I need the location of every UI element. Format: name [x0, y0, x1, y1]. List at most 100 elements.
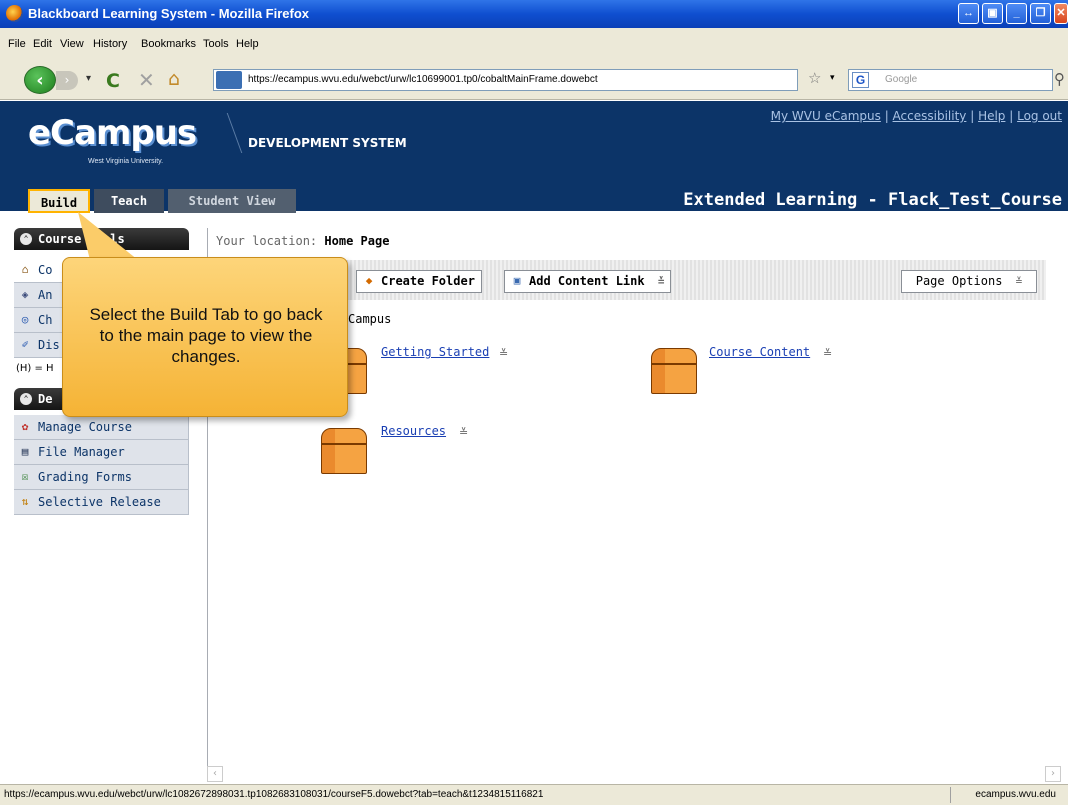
search-input[interactable]: G Google [848, 69, 1053, 91]
resources-link[interactable]: Resources [381, 424, 446, 438]
create-folder-button[interactable]: ◆ Create Folder [356, 270, 482, 293]
status-bar: https://ecampus.wvu.edu/webct/urw/lc1082… [0, 784, 1068, 805]
sidebar-item-label: File Manager [38, 445, 125, 459]
window-title: Blackboard Learning System - Mozilla Fir… [28, 6, 310, 21]
breadcrumb-prefix: Your location: [216, 234, 318, 248]
sidebar-item-label: Manage Course [38, 420, 132, 434]
close-button[interactable]: ✕ [1054, 3, 1068, 24]
course-title: Extended Learning - Flack_Test_Course [683, 190, 1062, 210]
forward-button[interactable]: › [56, 71, 78, 90]
course-content-folder-icon[interactable] [651, 338, 701, 394]
sidebar-item-label: Dis [38, 338, 60, 352]
menu-view[interactable]: View [60, 38, 84, 50]
menu-file[interactable]: File [8, 38, 26, 50]
address-bar[interactable]: https://ecampus.wvu.edu/webct/urw/lc1069… [213, 69, 798, 91]
sidebar-item-label: An [38, 288, 53, 302]
gear-icon: ✿ [21, 420, 29, 433]
scroll-right-icon[interactable]: › [1045, 766, 1061, 782]
tab-teach[interactable]: Teach [94, 189, 164, 213]
hidden-legend: (H) = H [16, 363, 54, 374]
file-cabinet-icon: ▤ [21, 445, 29, 458]
navigation-toolbar: ‹ › ▾ C ✕ ⌂ https://ecampus.wvu.edu/webc… [0, 60, 1068, 100]
add-content-link-label: Add Content Link [529, 274, 645, 288]
url-dropdown-icon[interactable]: ▾ [830, 73, 835, 83]
my-ecampus-link[interactable]: My WVU eCampus [771, 109, 881, 123]
tutorial-callout: Select the Build Tab to go back to the m… [62, 257, 348, 417]
search-placeholder: Google [885, 74, 918, 85]
folder-label: Getting Started [381, 345, 490, 359]
menu-bar: File Edit View History Bookmarks Tools H… [0, 28, 1068, 60]
tab-student-view[interactable]: Student View [168, 189, 296, 213]
screen-icon[interactable]: ▣ [982, 3, 1003, 24]
reload-icon[interactable]: C [106, 70, 120, 92]
breadcrumb-current: Home Page [324, 234, 390, 248]
firefox-icon [6, 5, 23, 22]
add-content-link-button[interactable]: ▣ Add Content Link ≚ [504, 270, 672, 293]
status-url: https://ecampus.wvu.edu/webct/urw/lc1082… [4, 789, 544, 800]
page-options-label: Page Options [915, 274, 1003, 288]
tab-build[interactable]: Build [28, 189, 90, 213]
menu-history[interactable]: History [93, 38, 127, 50]
sidebar-item-label: Ch [38, 313, 53, 327]
accessibility-link[interactable]: Accessibility [893, 109, 967, 123]
menu-bookmarks[interactable]: Bookmarks [141, 38, 196, 50]
history-dropdown-icon[interactable]: ▾ [86, 73, 91, 84]
address-url: https://ecampus.wvu.edu/webct/urw/lc1069… [248, 74, 598, 85]
back-button[interactable]: ‹ [24, 66, 56, 94]
search-icon[interactable]: ⚲ [1054, 70, 1065, 88]
sidebar-item-file-manager[interactable]: ▤ File Manager [14, 440, 189, 465]
logout-link[interactable]: Log out [1017, 109, 1062, 123]
window-titlebar: Blackboard Learning System - Mozilla Fir… [0, 0, 1068, 28]
megaphone-icon: ◈ [21, 288, 29, 301]
status-host: ecampus.wvu.edu [975, 789, 1056, 800]
logo-university: West Virginia University. [88, 158, 164, 165]
home-icon[interactable]: ⌂ [168, 68, 180, 90]
course-content-link[interactable]: Course Content [709, 345, 810, 359]
sidebar-item-selective-release[interactable]: ⇅ Selective Release [14, 490, 189, 515]
help-link[interactable]: Help [978, 109, 1005, 123]
maximize-button[interactable]: ❐ [1030, 3, 1051, 24]
menu-help[interactable]: Help [236, 38, 259, 50]
site-identity-icon[interactable] [216, 71, 242, 89]
stop-icon[interactable]: ✕ [138, 68, 155, 92]
chevron-down-icon[interactable]: ≚ [823, 347, 832, 360]
sidebar-item-label: Co [38, 263, 53, 277]
collapse-icon[interactable]: ⌃ [20, 233, 32, 245]
resources-folder-icon[interactable] [321, 418, 371, 474]
minimize-button[interactable]: _ [1006, 3, 1027, 24]
link-icon: ▣ [513, 274, 521, 287]
google-icon[interactable]: G [852, 72, 869, 88]
system-label: DEVELOPMENT SYSTEM [248, 136, 407, 150]
chevron-down-icon[interactable]: ≚ [459, 426, 468, 439]
top-links: My WVU eCampus | Accessibility | Help | … [770, 109, 1062, 123]
menu-tools[interactable]: Tools [203, 38, 229, 50]
sidebar-item-label: Selective Release [38, 495, 161, 509]
section-label: Campus [348, 312, 392, 326]
chevron-down-icon[interactable]: ≚ [658, 271, 665, 292]
folder-icon: ◆ [365, 274, 373, 287]
resize-icon[interactable]: ↔ [958, 3, 979, 24]
scroll-left-icon[interactable]: ‹ [207, 766, 223, 782]
selective-release-icon: ⇅ [21, 495, 29, 508]
header-divider [207, 113, 243, 153]
create-folder-label: Create Folder [381, 274, 475, 288]
logo-brand: eCampus [28, 113, 197, 153]
status-divider [950, 787, 951, 803]
sidebar-item-grading-forms[interactable]: ☒ Grading Forms [14, 465, 189, 490]
home-icon: ⌂ [21, 263, 29, 276]
folder-label: Course Content [709, 345, 811, 359]
ecampus-logo[interactable]: eCampus West Virginia University. [28, 113, 208, 175]
getting-started-link[interactable]: Getting Started [381, 345, 489, 359]
page-options-button[interactable]: Page Options ≚ [901, 270, 1037, 293]
collapse-icon[interactable]: ⌃ [20, 393, 32, 405]
folder-label: Resources [381, 424, 447, 438]
sidebar-item-manage-course[interactable]: ✿ Manage Course [14, 415, 189, 440]
callout-text: Select the Build Tab to go back to the m… [89, 305, 323, 366]
menu-edit[interactable]: Edit [33, 38, 52, 50]
chevron-down-icon[interactable]: ≚ [499, 347, 508, 360]
chevron-down-icon[interactable]: ≚ [1016, 271, 1023, 292]
bookmark-star-icon[interactable]: ☆ [808, 69, 821, 87]
chat-icon: ◎ [21, 313, 29, 326]
pin-icon: ✐ [21, 338, 29, 351]
breadcrumb: Your location: Home Page [216, 234, 389, 248]
